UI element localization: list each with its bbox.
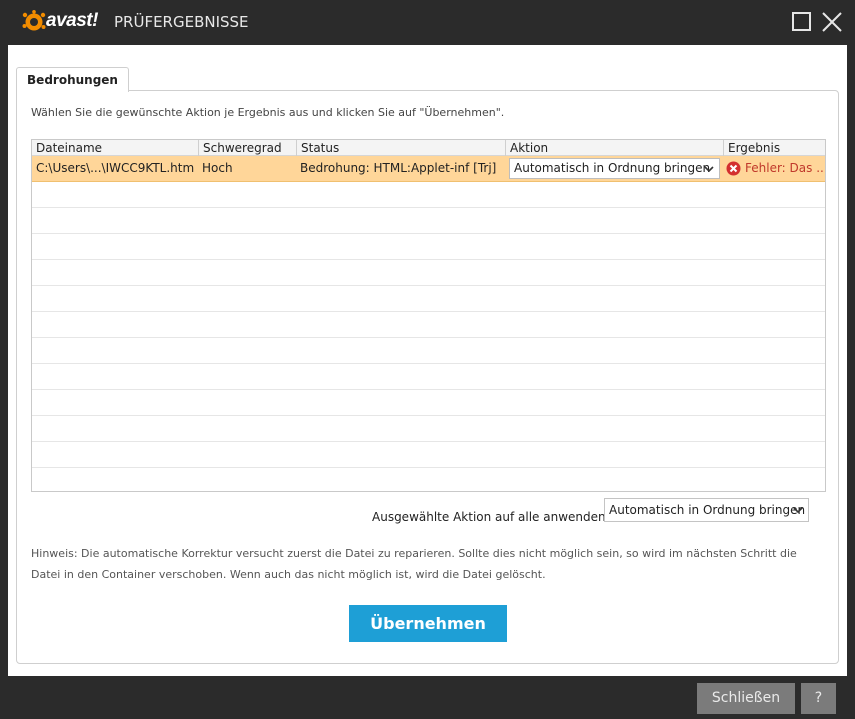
table-row-empty — [32, 468, 825, 491]
avast-logo-icon — [22, 10, 46, 31]
avast-logo: avast! — [22, 10, 104, 34]
cell-result: Fehler: Das ... — [724, 156, 826, 181]
column-header-result[interactable]: Ergebnis — [723, 140, 780, 156]
window-title: PRÜFERGEBNISSE — [114, 13, 249, 31]
maximize-button[interactable] — [792, 12, 811, 31]
close-icon — [822, 12, 842, 32]
logo-text: avast! — [46, 10, 98, 31]
apply-button[interactable]: Übernehmen — [349, 605, 507, 642]
results-table: Dateiname Schweregrad Status Aktion Erge… — [31, 139, 826, 492]
column-header-severity[interactable]: Schweregrad — [198, 140, 282, 156]
column-header-filename[interactable]: Dateiname — [32, 140, 102, 156]
row-action-value: Automatisch in Ordnung bringen — [514, 161, 711, 175]
table-row-empty — [32, 364, 825, 390]
client-area: Bedrohungen Wählen Sie die gewünschte Ak… — [8, 45, 847, 676]
chevron-down-icon — [704, 165, 714, 172]
table-row-empty — [32, 208, 825, 234]
table-row-empty — [32, 234, 825, 260]
close-button[interactable]: Schließen — [697, 683, 795, 714]
apply-all-label: Ausgewählte Aktion auf alle anwenden: — [372, 510, 610, 524]
cell-severity: Hoch — [202, 161, 233, 175]
help-button[interactable]: ? — [801, 683, 836, 714]
result-text: Fehler: Das ... — [745, 161, 826, 175]
column-header-action[interactable]: Aktion — [505, 140, 548, 156]
title-bar: avast! PRÜFERGEBNISSE — [0, 0, 855, 45]
table-row-empty — [32, 260, 825, 286]
error-icon — [726, 161, 741, 176]
table-row-empty — [32, 390, 825, 416]
table-header: Dateiname Schweregrad Status Aktion Erge… — [32, 140, 825, 156]
table-row-empty — [32, 182, 825, 208]
table-row[interactable]: C:\Users\...\IWCC9KTL.htm Hoch Bedrohung… — [32, 156, 825, 182]
row-action-select[interactable]: Automatisch in Ordnung bringen — [509, 158, 720, 179]
cell-filename: C:\Users\...\IWCC9KTL.htm — [36, 161, 195, 175]
table-row-empty — [32, 416, 825, 442]
hint-text: Hinweis: Die automatische Korrektur vers… — [31, 547, 797, 581]
table-row-empty — [32, 286, 825, 312]
tab-bedrohungen[interactable]: Bedrohungen — [16, 67, 129, 92]
chevron-down-icon — [793, 507, 803, 514]
column-header-status[interactable]: Status — [296, 140, 339, 156]
apply-all-select[interactable]: Automatisch in Ordnung bringen — [604, 498, 809, 522]
apply-all-value: Automatisch in Ordnung bringen — [609, 503, 806, 517]
instruction-text: Wählen Sie die gewünschte Aktion je Erge… — [31, 106, 505, 119]
table-row-empty — [32, 442, 825, 468]
close-window-button[interactable] — [821, 11, 843, 33]
table-row-empty — [32, 312, 825, 338]
table-row-empty — [32, 338, 825, 364]
cell-status: Bedrohung: HTML:Applet-inf [Trj] — [300, 161, 497, 175]
tab-panel: Wählen Sie die gewünschte Aktion je Erge… — [16, 90, 839, 664]
